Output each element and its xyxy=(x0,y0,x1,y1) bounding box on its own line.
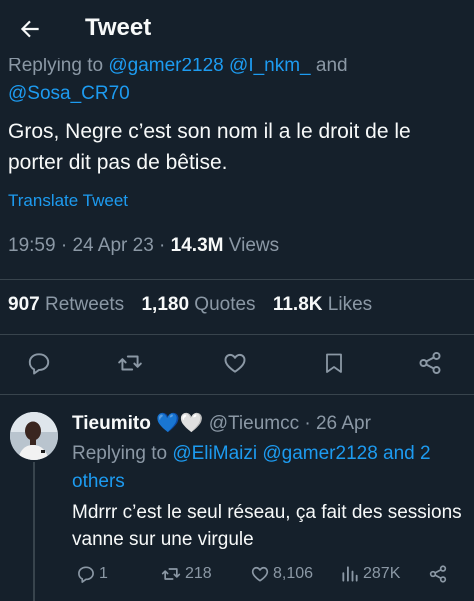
retweet-button[interactable] xyxy=(113,346,147,380)
name-emoji: 💙🤍 xyxy=(156,413,204,434)
meta-separator: · xyxy=(299,413,316,434)
avatar-image xyxy=(10,412,58,460)
retweets-count: 907 xyxy=(8,294,40,315)
share-icon xyxy=(419,351,441,375)
reply-like-button[interactable]: 8,106 xyxy=(250,564,313,584)
likes-count: 11.8K xyxy=(272,294,323,315)
retweets-label: Retweets xyxy=(44,294,125,315)
views-label: Views xyxy=(223,235,280,256)
page-title: Tweet xyxy=(85,14,152,41)
reply-icon xyxy=(78,566,94,583)
reply-icon xyxy=(28,353,50,375)
likes-stat[interactable]: 11.8K Likes xyxy=(273,294,372,315)
tweet-time[interactable]: 19:59 xyxy=(8,235,56,256)
reply-replies-count: 1 xyxy=(99,565,108,582)
reply-retweet-button[interactable]: 218 xyxy=(160,564,212,584)
retweet-icon xyxy=(118,355,142,371)
translate-tweet-link[interactable]: Translate Tweet xyxy=(8,191,128,211)
reply-author-line: Tieumito 💙🤍 @Tieumcc · 26 Apr xyxy=(72,411,371,435)
heart-icon xyxy=(251,566,269,582)
share-icon xyxy=(429,565,447,583)
replying-to-mentions[interactable]: @gamer2128 @I_nkm_ xyxy=(108,58,310,76)
divider xyxy=(0,394,474,395)
divider xyxy=(0,279,474,280)
reply-retweets-count: 218 xyxy=(185,565,212,582)
reply-author-handle[interactable]: @Tieumcc xyxy=(209,413,299,434)
quotes-label: Quotes xyxy=(194,294,256,315)
views-count: 14.3M xyxy=(170,235,224,256)
bookmark-button[interactable] xyxy=(317,346,351,380)
meta-separator: · xyxy=(153,235,171,256)
reply-share-button[interactable] xyxy=(428,564,448,584)
reply-button[interactable] xyxy=(22,346,56,380)
retweets-stat[interactable]: 907 Retweets xyxy=(8,294,124,315)
replying-to-container: Replying to @gamer2128 @I_nkm_ and @Sosa… xyxy=(0,58,474,118)
heart-icon xyxy=(224,353,246,373)
divider xyxy=(0,334,474,335)
tweet-meta: 19:59 · 24 Apr 23 · 14.3M Views xyxy=(8,235,279,257)
reply-action-bar: 1 218 8,106 287K xyxy=(72,564,468,588)
replying-to: Replying to @gamer2128 @I_nkm_ and @Sosa… xyxy=(8,58,468,108)
replying-to-mention-last[interactable]: @Sosa_CR70 xyxy=(8,83,130,104)
quotes-stat[interactable]: 1,180 Quotes xyxy=(141,294,255,315)
like-button[interactable] xyxy=(218,346,252,380)
reply-replying-to: Replying to @EliMaizi @gamer2128 and 2 o… xyxy=(72,440,468,496)
reply-date[interactable]: 26 Apr xyxy=(316,413,371,434)
retweet-icon xyxy=(161,568,181,580)
tweet-text: Gros, Negre c’est son nom il a le droit … xyxy=(8,120,411,174)
reply-views-count: 287K xyxy=(363,565,401,582)
reply-tweet[interactable]: Tieumito 💙🤍 @Tieumcc · 26 Apr Replying t… xyxy=(0,398,474,601)
replying-to-and: and xyxy=(310,58,348,76)
thread-line xyxy=(33,462,35,601)
top-bar: Tweet xyxy=(0,0,474,58)
meta-separator: · xyxy=(55,235,73,256)
reply-likes-count: 8,106 xyxy=(273,565,314,582)
replying-to-prefix: Replying to xyxy=(72,443,173,464)
arrow-left-icon xyxy=(20,20,39,38)
reply-author-name[interactable]: Tieumito xyxy=(72,413,151,434)
reply-views-button[interactable]: 287K xyxy=(340,564,400,584)
avatar[interactable] xyxy=(10,412,58,460)
share-button[interactable] xyxy=(413,346,447,380)
back-button[interactable] xyxy=(14,13,46,45)
quotes-count: 1,180 xyxy=(141,294,190,315)
replying-to-prefix: Replying to xyxy=(8,58,109,76)
views-chart-icon xyxy=(342,566,358,582)
likes-label: Likes xyxy=(327,294,373,315)
tweet-action-bar xyxy=(0,346,474,382)
tweet-stats: 907 Retweets 1,180 Quotes 11.8K Likes xyxy=(8,294,384,316)
bookmark-icon xyxy=(326,353,342,373)
tweet-date[interactable]: 24 Apr 23 xyxy=(72,235,153,256)
reply-text: Mdrrr c’est le seul réseau, ça fait des … xyxy=(72,502,462,550)
reply-reply-button[interactable]: 1 xyxy=(76,564,108,584)
